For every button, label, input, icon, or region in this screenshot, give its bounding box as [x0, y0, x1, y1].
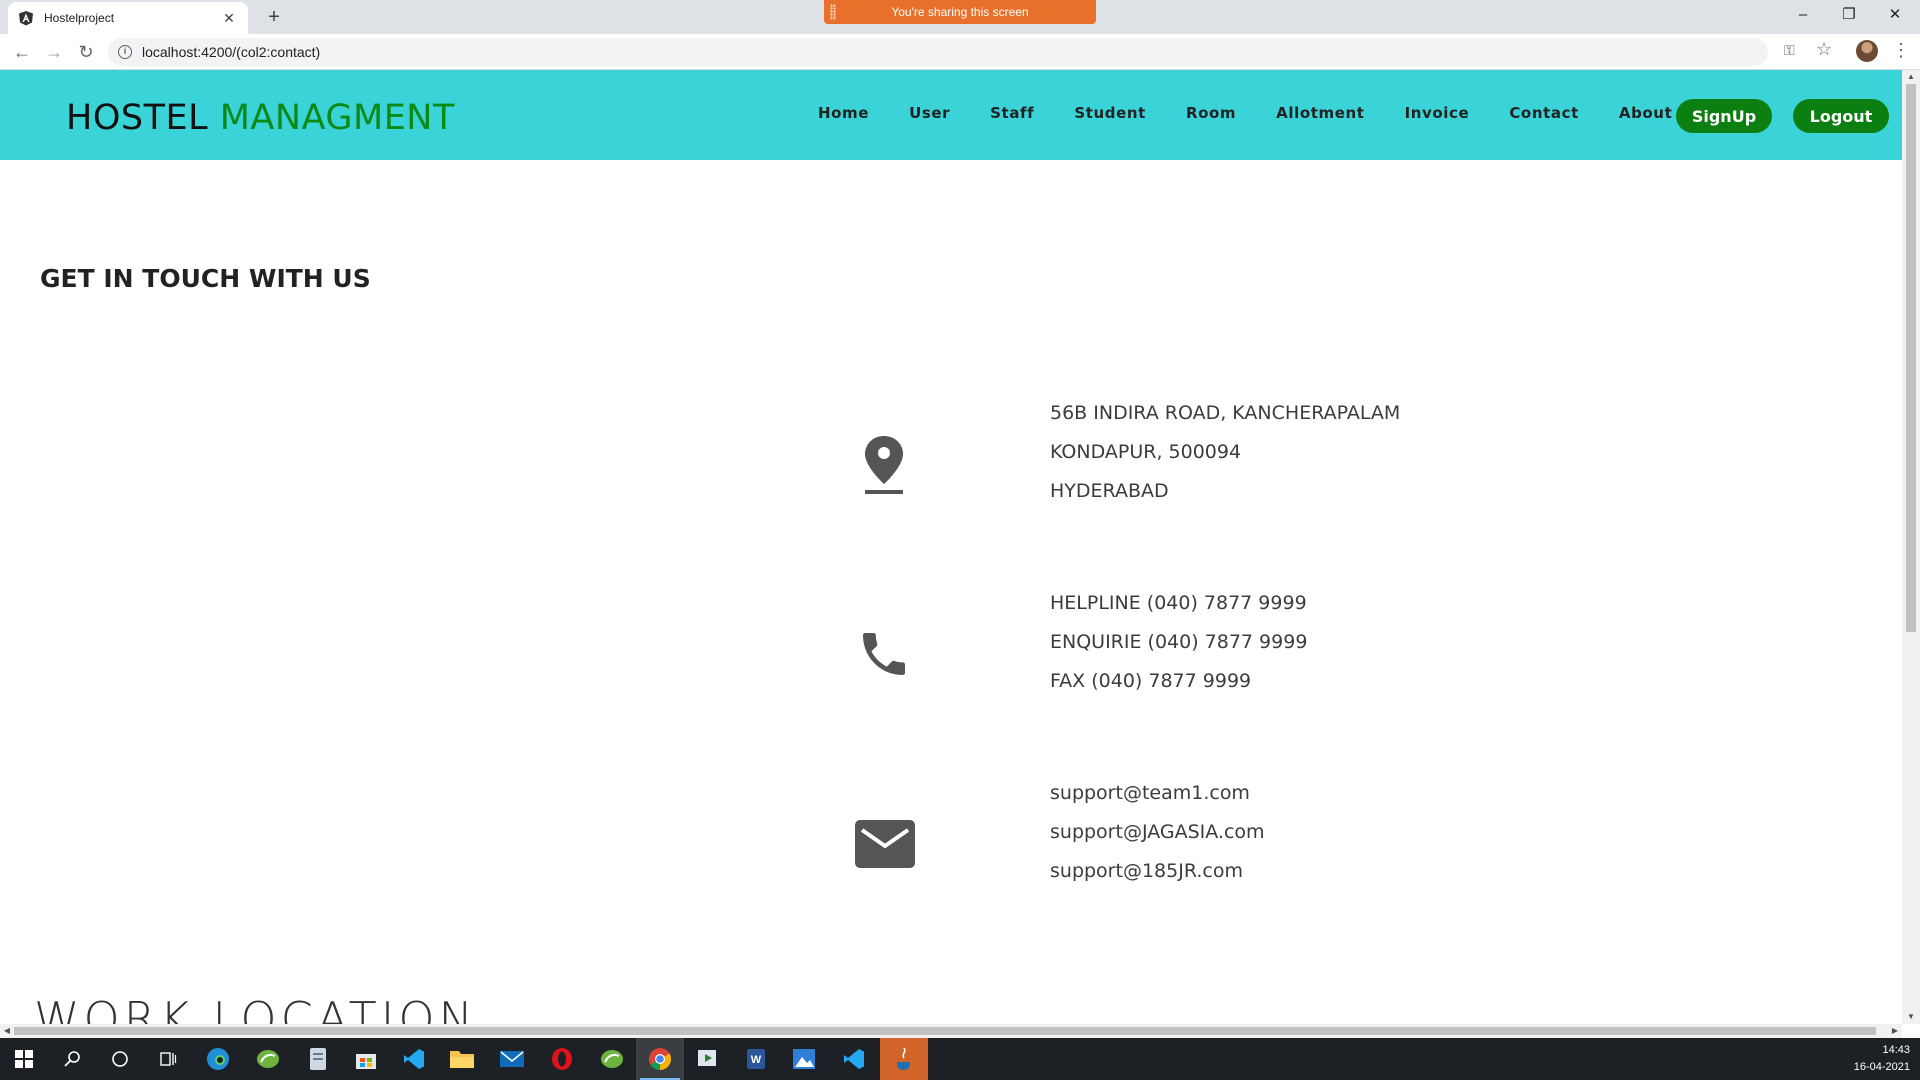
work-location-title: WORK LOCATION [34, 992, 477, 1024]
address-line: 56B INDIRA ROAD, KANCHERAPALAM [1050, 402, 1401, 424]
site-info-icon[interactable]: i [118, 45, 132, 59]
tab-title: Hostelproject [44, 11, 115, 25]
forward-icon[interactable]: → [42, 40, 66, 64]
nav-staff[interactable]: Staff [990, 104, 1034, 122]
envelope-icon [855, 820, 915, 868]
phone-line: HELPLINE (040) 7877 9999 [1050, 592, 1307, 614]
nav-invoice[interactable]: Invoice [1405, 104, 1470, 122]
nav-allotment[interactable]: Allotment [1276, 104, 1364, 122]
edge-icon[interactable] [194, 1038, 242, 1080]
phone-line: ENQUIRIE (040) 7877 9999 [1050, 631, 1308, 653]
nav-user[interactable]: User [909, 104, 950, 122]
vertical-scroll-thumb[interactable] [1906, 84, 1916, 632]
location-pin-icon [865, 436, 903, 494]
search-icon[interactable] [48, 1038, 96, 1080]
phone-lines: HELPLINE (040) 7877 9999 ENQUIRIE (040) … [1050, 584, 1307, 701]
nav-contact[interactable]: Contact [1509, 104, 1579, 122]
clock-date: 16-04-2021 [1853, 1061, 1910, 1073]
brand-logo[interactable]: HOSTEL MANAGMENT [66, 98, 455, 138]
contact-section-title: GET IN TOUCH WITH US [40, 264, 371, 293]
window-close-icon[interactable]: ✕ [1872, 0, 1918, 30]
cortana-icon[interactable] [96, 1038, 144, 1080]
minimize-icon[interactable]: – [1780, 0, 1826, 30]
nav-student[interactable]: Student [1074, 104, 1146, 122]
clock-time: 14:43 [1882, 1044, 1910, 1056]
share-banner-text: You're sharing this screen [891, 5, 1029, 19]
address-lines: 56B INDIRA ROAD, KANCHERAPALAM KONDAPUR,… [1050, 394, 1400, 511]
java-icon[interactable] [880, 1038, 928, 1080]
phone-line: FAX (040) 7877 9999 [1050, 670, 1252, 692]
chrome-icon[interactable] [636, 1038, 684, 1080]
spring-tool-icon[interactable] [244, 1038, 292, 1080]
new-tab-icon[interactable]: + [260, 4, 288, 32]
restore-icon[interactable]: ❐ [1826, 0, 1872, 30]
vertical-scrollbar[interactable]: ▲ ▼ [1902, 70, 1920, 1024]
address-bar[interactable]: i localhost:4200/(col2:contact) [108, 38, 1768, 66]
word-icon[interactable]: W [732, 1038, 780, 1080]
url-text: localhost:4200/(col2:contact) [142, 44, 321, 60]
app-header: HOSTEL MANAGMENT Home User Staff Student… [0, 70, 1902, 160]
address-line: HYDERABAD [1050, 480, 1169, 502]
scroll-down-icon[interactable]: ▼ [1902, 1010, 1920, 1024]
scroll-up-icon[interactable]: ▲ [1902, 70, 1920, 84]
email-line[interactable]: support@JAGASIA.com [1050, 813, 1265, 852]
scroll-left-icon[interactable]: ◀ [0, 1024, 14, 1038]
vscode-icon[interactable] [390, 1038, 438, 1080]
horizontal-scrollbar[interactable]: ◀ ▶ [0, 1024, 1902, 1038]
nav-home[interactable]: Home [818, 104, 869, 122]
browser-toolbar: ← → ↻ i localhost:4200/(col2:contact) ⚿ … [0, 34, 1920, 70]
mail-icon[interactable] [488, 1038, 536, 1080]
brand-word-hostel: HOSTEL [66, 98, 209, 138]
main-nav: Home User Staff Student Room Allotment I… [818, 104, 1712, 122]
nav-room[interactable]: Room [1186, 104, 1236, 122]
browser-title-bar: Hostelproject ✕ + You're sharing this sc… [0, 0, 1920, 34]
profile-avatar[interactable] [1856, 40, 1878, 62]
drag-grip-icon[interactable] [830, 4, 836, 20]
signup-button[interactable]: SignUp [1676, 99, 1772, 133]
browser-menu-icon[interactable]: ⋮ [1892, 40, 1910, 61]
spring-tool-icon-2[interactable] [588, 1038, 636, 1080]
opera-icon[interactable] [538, 1038, 586, 1080]
reload-icon[interactable]: ↻ [74, 40, 98, 64]
screen-share-banner[interactable]: You're sharing this screen [824, 0, 1096, 24]
store-icon[interactable] [342, 1038, 390, 1080]
task-view-icon[interactable] [144, 1038, 192, 1080]
svg-text:W: W [751, 1054, 762, 1066]
media-player-icon[interactable] [684, 1038, 732, 1080]
page-viewport: HOSTEL MANAGMENT Home User Staff Student… [0, 70, 1902, 1024]
bookmark-star-icon[interactable]: ☆ [1816, 39, 1832, 60]
address-line: KONDAPUR, 500094 [1050, 441, 1242, 463]
windows-taskbar: W 14:43 16-04-2021 [0, 1038, 1920, 1080]
start-icon[interactable] [0, 1038, 48, 1080]
phone-icon [863, 633, 905, 675]
photos-icon[interactable] [780, 1038, 828, 1080]
browser-tab[interactable]: Hostelproject ✕ [8, 2, 248, 34]
logout-button[interactable]: Logout [1793, 99, 1889, 133]
email-line[interactable]: support@team1.com [1050, 774, 1265, 813]
angular-favicon-icon [19, 11, 33, 26]
notepad-icon[interactable] [294, 1038, 342, 1080]
scroll-right-icon[interactable]: ▶ [1888, 1024, 1902, 1038]
vscode-icon-2[interactable] [830, 1038, 878, 1080]
system-clock[interactable]: 14:43 16-04-2021 [1854, 1042, 1910, 1076]
back-icon[interactable]: ← [10, 40, 34, 64]
email-line[interactable]: support@185JR.com [1050, 852, 1265, 891]
tab-close-icon[interactable]: ✕ [220, 10, 238, 27]
horizontal-scroll-thumb[interactable] [14, 1027, 1876, 1035]
nav-about[interactable]: About [1619, 104, 1673, 122]
password-key-icon[interactable]: ⚿ [1784, 42, 1795, 59]
email-lines: support@team1.com support@JAGASIA.com su… [1050, 774, 1265, 891]
brand-word-managment: MANAGMENT [219, 98, 455, 138]
file-explorer-icon[interactable] [438, 1038, 486, 1080]
